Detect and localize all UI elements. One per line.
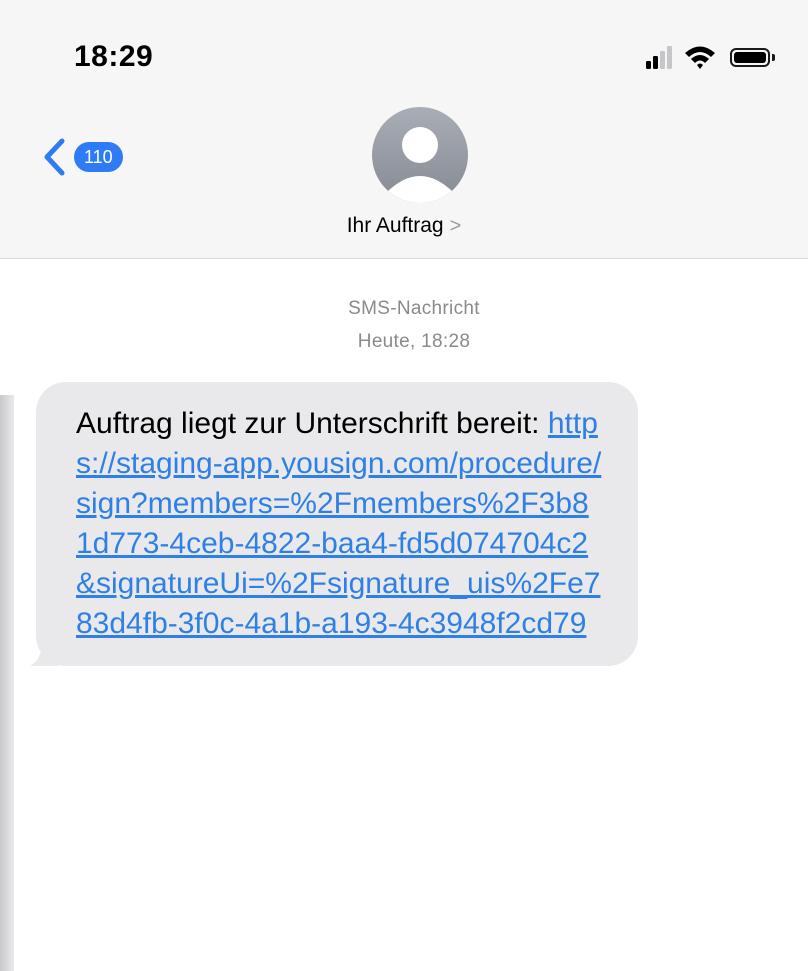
chevron-left-icon [44,138,65,176]
message-text: Auftrag liegt zur Unterschrift bereit: [76,407,548,440]
contact-name-label: Ihr Auftrag [346,214,444,237]
battery-icon [730,48,775,67]
unread-count-badge: 110 [74,142,123,172]
chevron-right-icon: > [449,215,462,237]
conversation-header: 18:29 110 Ihr Auftrag > [0,0,808,259]
background-edge [0,395,14,971]
contact-avatar[interactable] [372,107,468,203]
contact-name[interactable]: Ihr Auftrag > [0,214,808,238]
status-time: 18:29 [74,40,154,73]
person-icon [386,127,454,203]
service-label: SMS-Nachricht [348,298,480,319]
message-timestamp: Heute, 18:28 [357,331,471,352]
back-button[interactable]: 110 [42,138,123,176]
cellular-signal-icon [646,46,672,69]
message-bubble[interactable]: Auftrag liegt zur Unterschrift bereit: h… [36,382,638,666]
incoming-message: Auftrag liegt zur Unterschrift bereit: h… [30,382,638,666]
message-link[interactable]: https://staging-app.yousign.com/procedur… [76,407,601,640]
wifi-icon [685,46,715,69]
